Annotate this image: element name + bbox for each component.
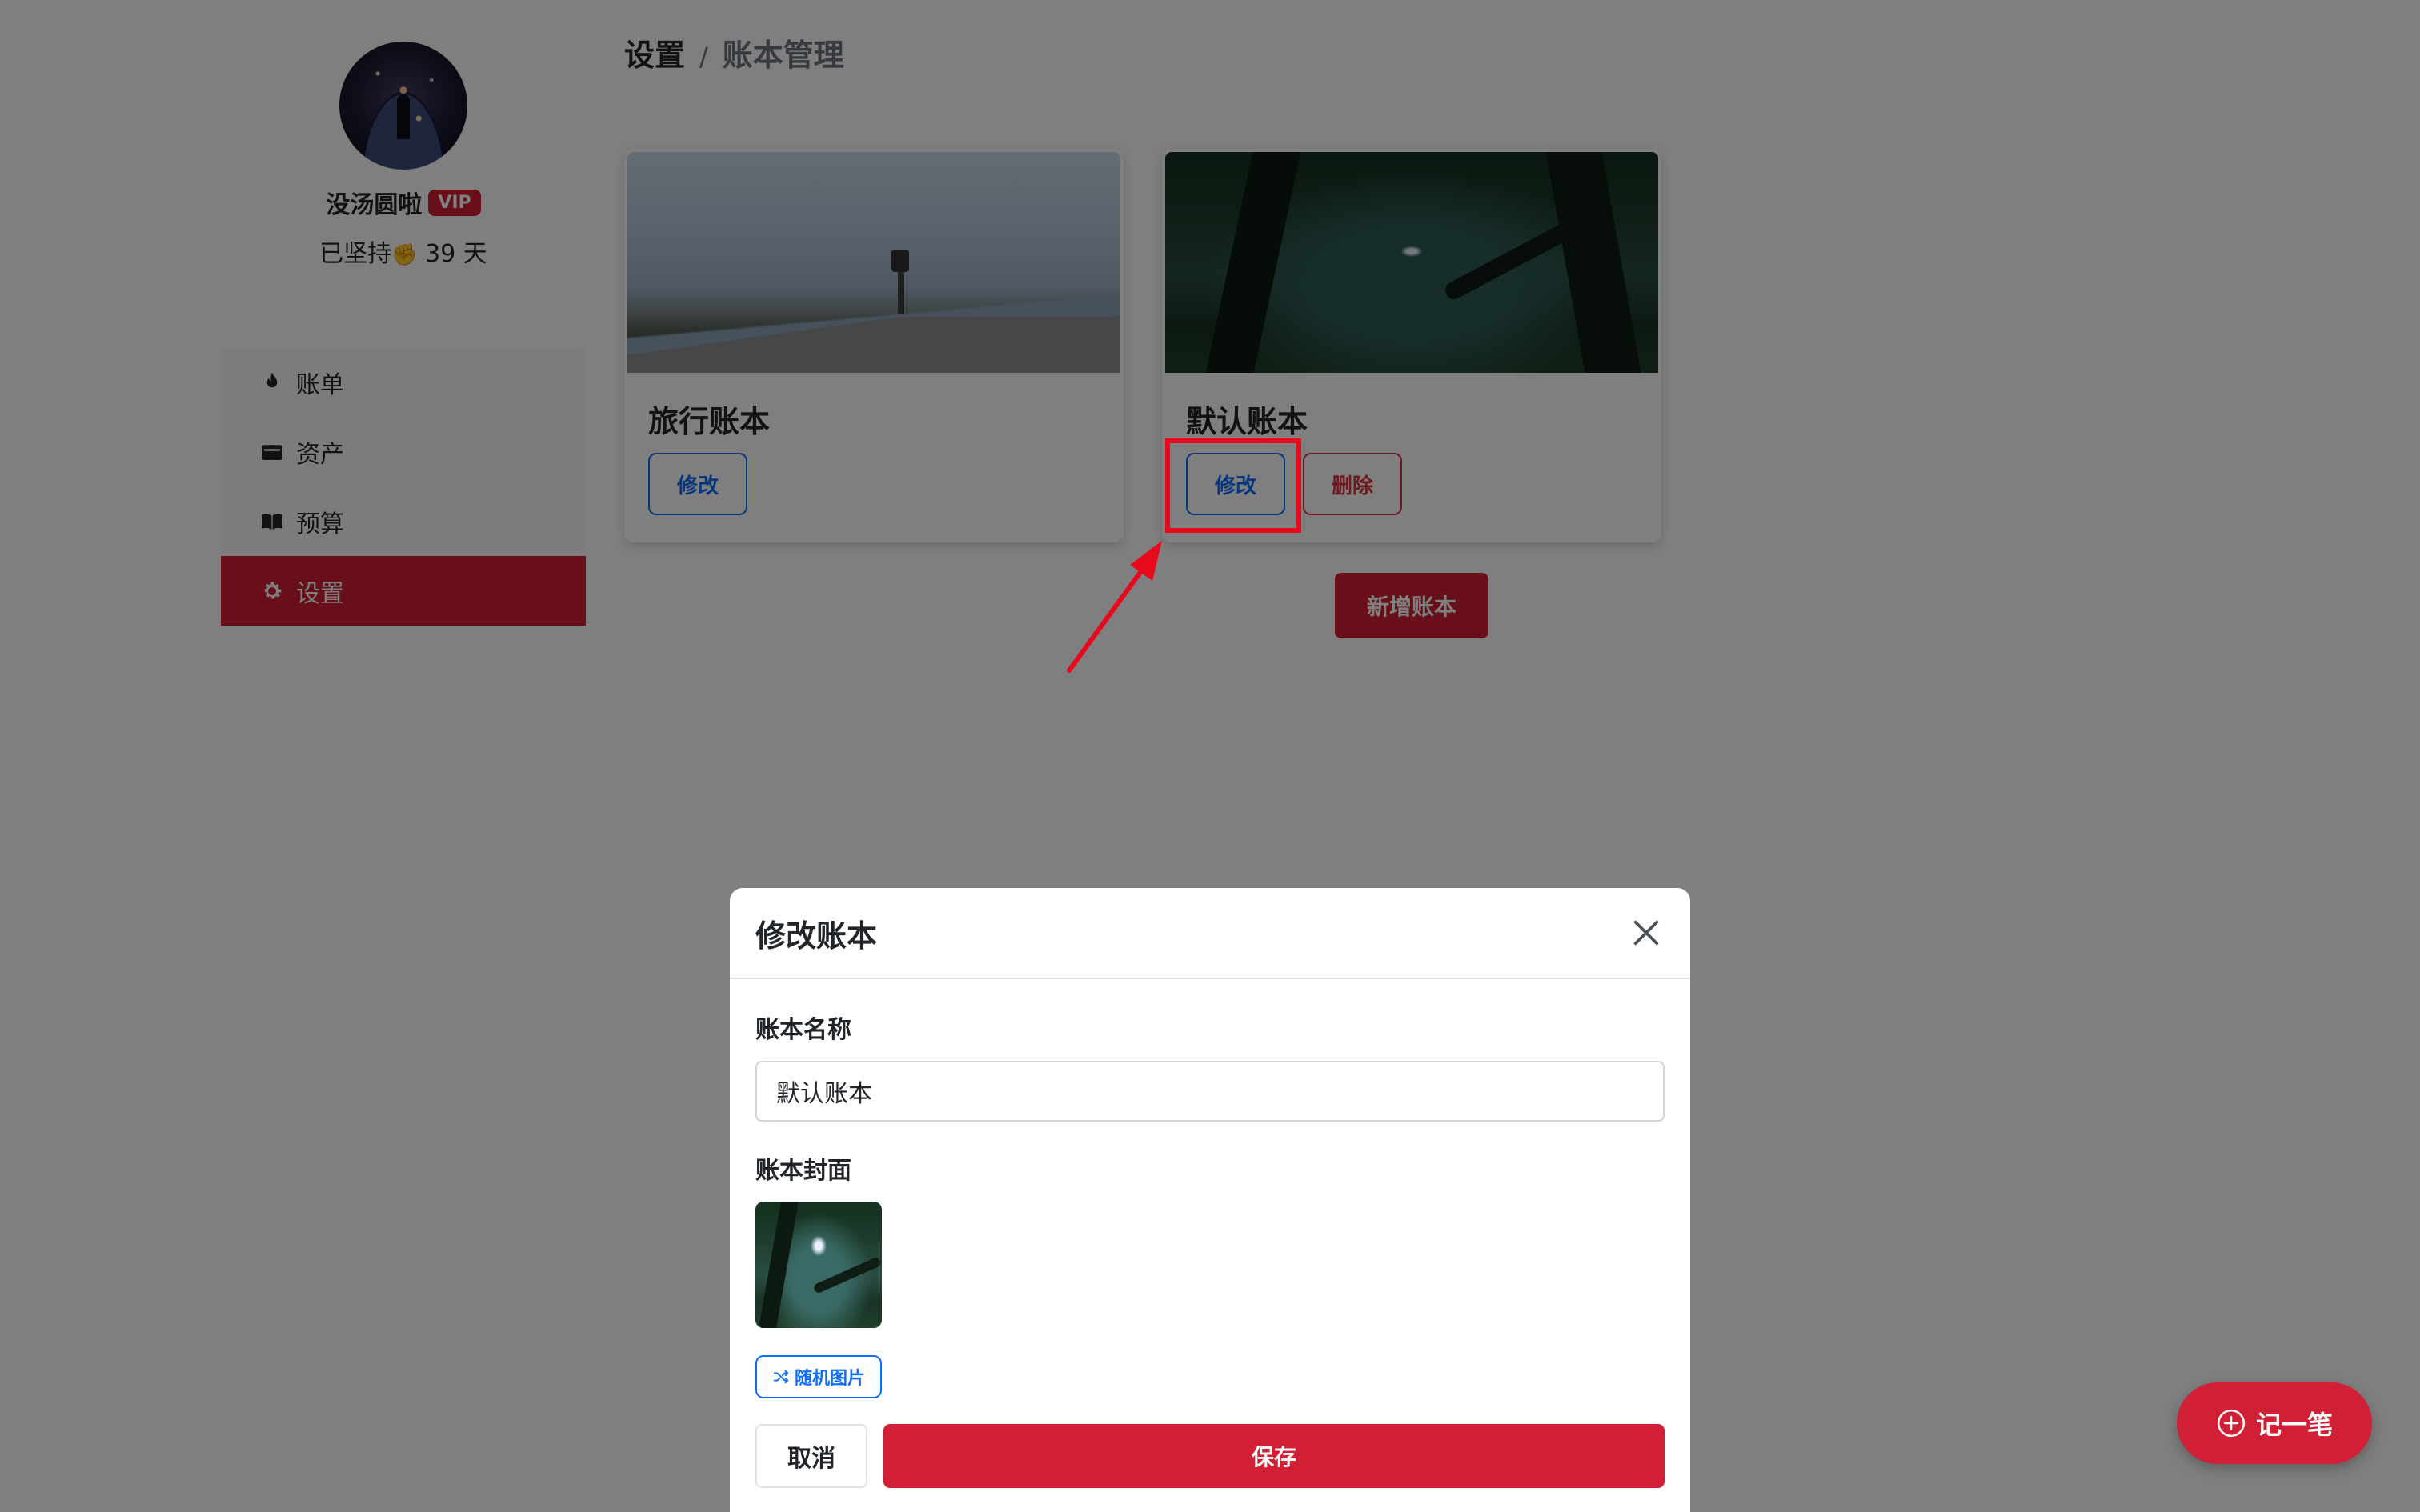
modal-title: 修改账本	[755, 918, 878, 954]
close-icon[interactable]	[1628, 914, 1665, 951]
random-image-label: 随机图片	[794, 1369, 865, 1389]
book-name-input[interactable]	[755, 1061, 1665, 1122]
thumb-branch	[812, 1256, 882, 1294]
cover-thumbnail[interactable]	[755, 1202, 882, 1328]
cancel-button[interactable]: 取消	[755, 1424, 867, 1488]
book-cover-label: 账本封面	[755, 1157, 851, 1185]
shuffle-icon	[773, 1370, 789, 1384]
thumb-trunk	[759, 1202, 799, 1328]
add-record-fab[interactable]: 记一笔	[2177, 1382, 2372, 1464]
modal-header: 修改账本	[730, 888, 1690, 979]
annotation-highlight-box	[1165, 438, 1301, 533]
save-button[interactable]: 保存	[883, 1424, 1665, 1488]
fab-label: 记一笔	[2255, 1410, 2333, 1440]
random-image-button[interactable]: 随机图片	[755, 1355, 882, 1398]
book-name-label: 账本名称	[755, 1016, 851, 1044]
edit-book-modal: 修改账本 账本名称 账本封面 随机图片 取消 保存	[730, 888, 1690, 1512]
plus-circle-icon	[2217, 1409, 2246, 1438]
